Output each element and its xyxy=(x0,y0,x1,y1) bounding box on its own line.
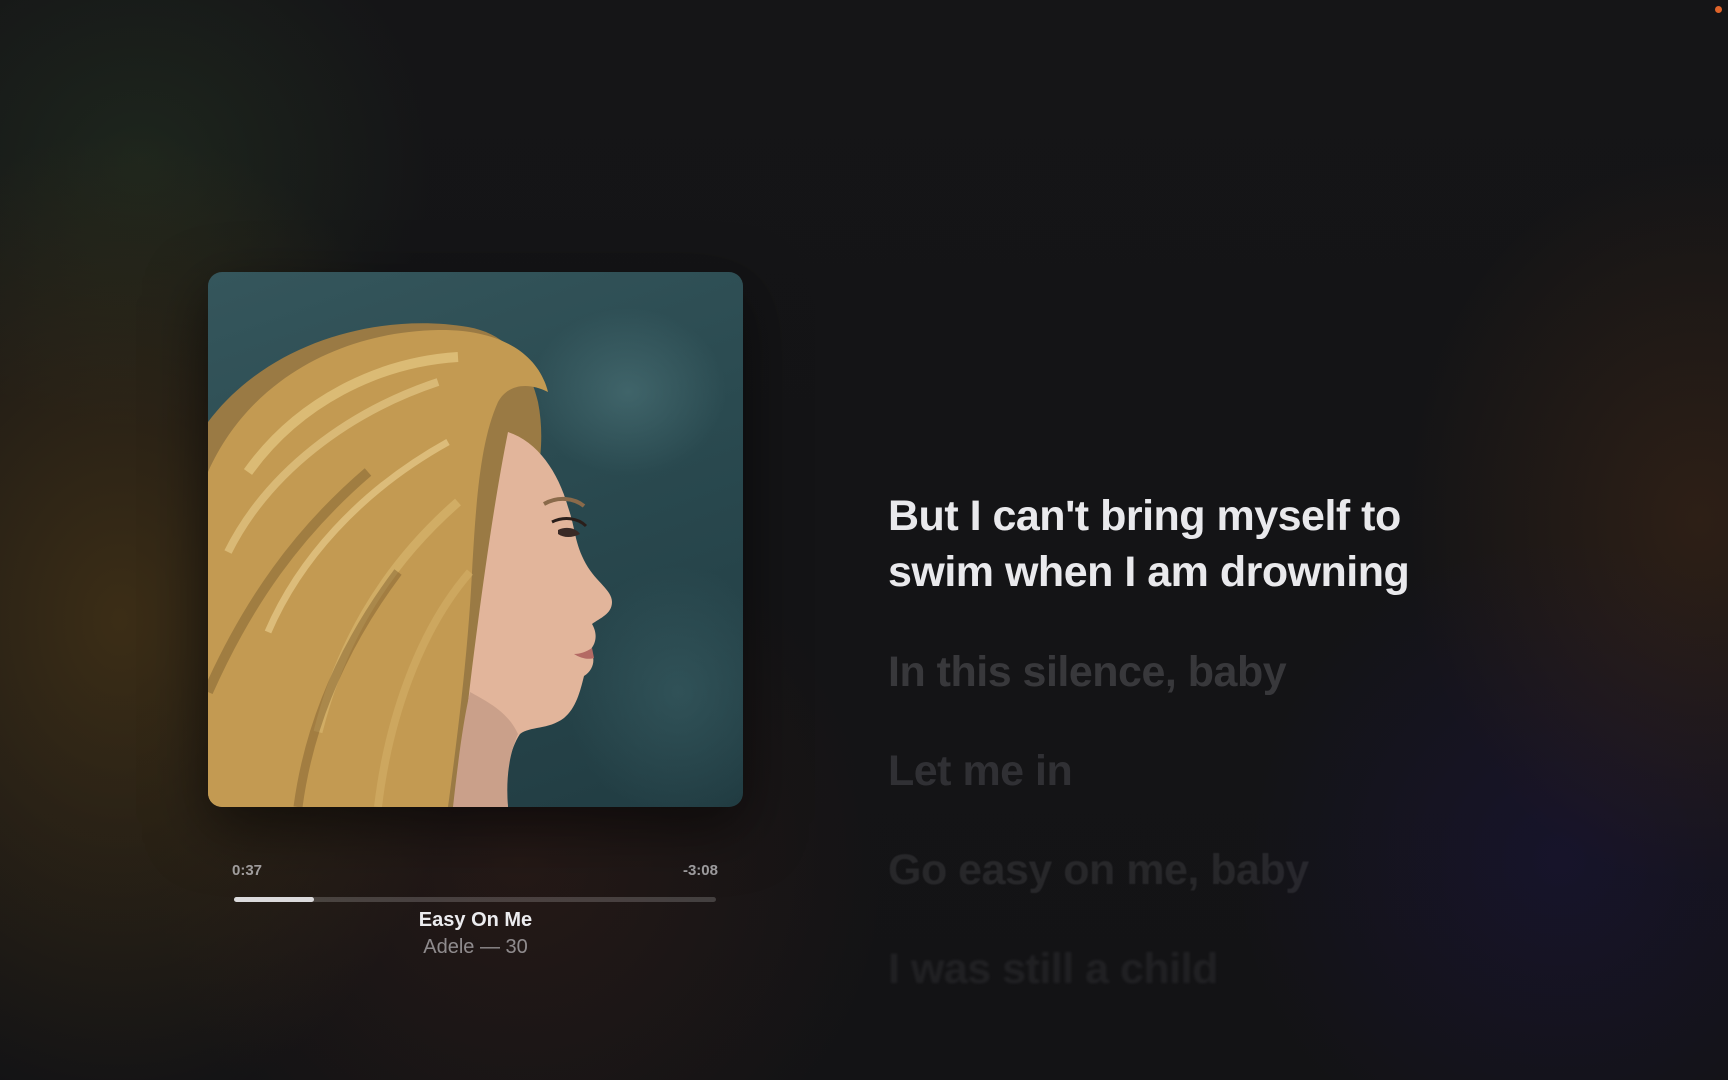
track-artist-album[interactable]: Adele — 30 xyxy=(208,936,743,959)
remaining-time: -3:08 xyxy=(682,862,718,879)
upcoming-lyric-line[interactable]: I was still a child xyxy=(888,941,1588,997)
track-title: Easy On Me xyxy=(418,909,533,931)
recording-indicator-icon xyxy=(1715,6,1722,13)
upcoming-lyric-line[interactable]: In this silence, baby xyxy=(888,644,1588,700)
current-lyric-line-2: swim when I am drowning xyxy=(888,548,1410,596)
current-lyric-line-1: But I can't bring myself to xyxy=(888,492,1401,540)
upcoming-lyric-line[interactable]: Let me in xyxy=(888,743,1588,799)
album-artwork[interactable] xyxy=(208,272,743,807)
lyrics-panel: But I can't bring myself to swim when I … xyxy=(888,488,1588,1040)
upcoming-lyric-line[interactable]: Go easy on me, baby xyxy=(888,842,1588,898)
playback-progress-fill xyxy=(234,897,314,902)
album-portrait-illustration xyxy=(208,323,612,807)
time-readout: 0:37 -3:08 xyxy=(232,862,718,882)
playback-scrubber[interactable] xyxy=(234,897,716,902)
now-playing-lyrics-view: 0:37 -3:08 Easy On Me Adele — 30 But I c… xyxy=(0,0,1728,1080)
current-lyric-line[interactable]: But I can't bring myself to swim when I … xyxy=(888,488,1588,600)
elapsed-time: 0:37 xyxy=(232,862,263,879)
